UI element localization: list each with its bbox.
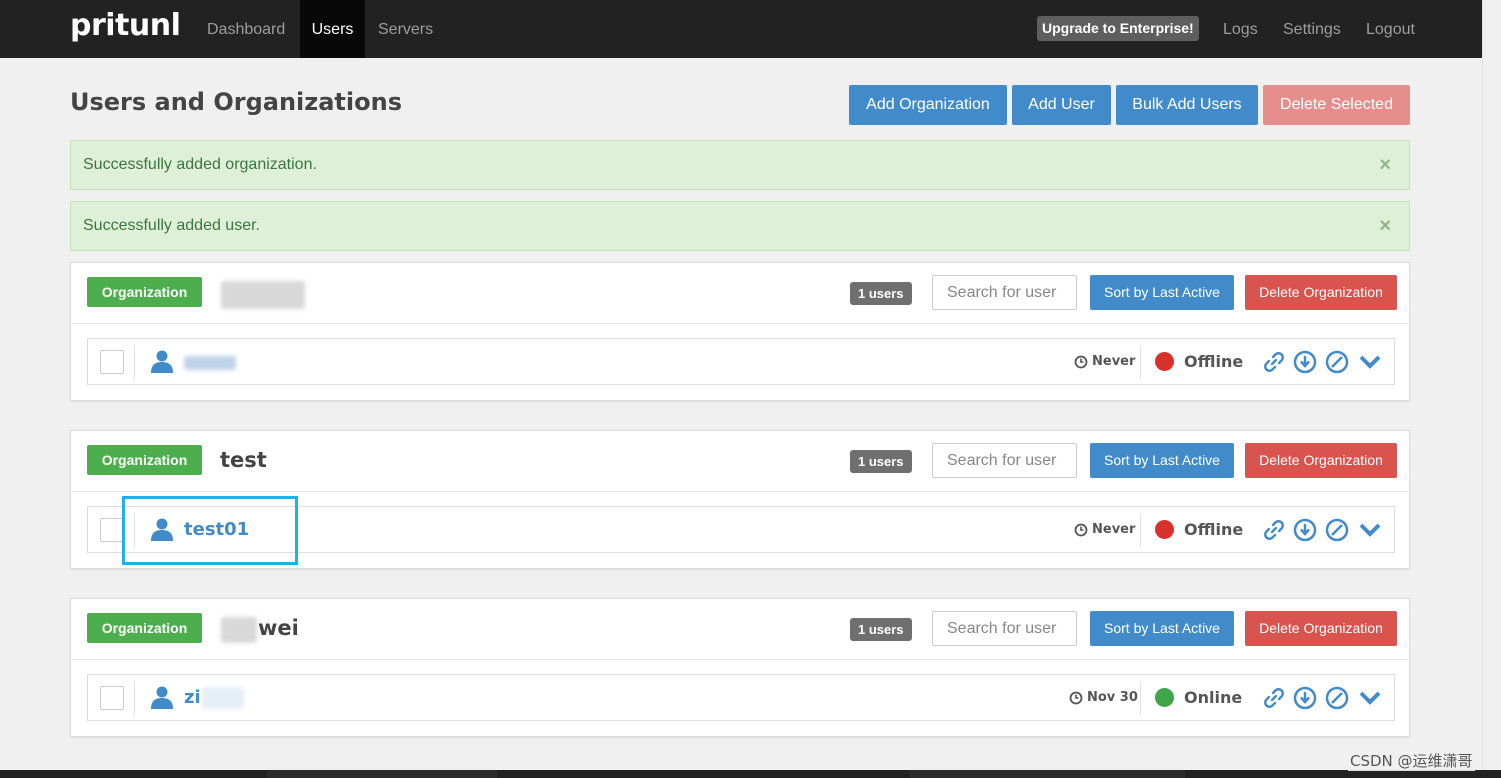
organization-label: Organization [87, 277, 202, 307]
scrollbar[interactable] [1482, 0, 1501, 770]
user-row[interactable]: Never Offline [87, 338, 1395, 385]
delete-organization-button[interactable]: Delete Organization [1245, 443, 1397, 478]
link-icon[interactable] [1262, 518, 1286, 542]
clock-icon [1074, 523, 1088, 536]
organization-panel: Organization 1 users Sort by Last Active… [70, 262, 1410, 401]
user-row[interactable]: zi Nov 30 Online [87, 674, 1395, 721]
highlight-annotation [122, 496, 298, 565]
link-icon[interactable] [1262, 686, 1286, 710]
last-active-text: Nov 30 [1087, 690, 1138, 705]
search-user-input[interactable] [932, 443, 1077, 478]
delete-organization-button[interactable]: Delete Organization [1245, 275, 1397, 310]
divider [1140, 345, 1141, 379]
nav-settings[interactable]: Settings [1272, 0, 1352, 58]
organization-label: Organization [87, 445, 202, 475]
download-icon[interactable] [1293, 350, 1317, 374]
user-name[interactable]: zi [184, 675, 201, 720]
last-active-text: Never [1092, 522, 1136, 537]
bulk-add-users-button[interactable]: Bulk Add Users [1116, 85, 1258, 125]
nav-logout[interactable]: Logout [1355, 0, 1426, 58]
organization-label: Organization [87, 613, 202, 643]
chevron-down-icon[interactable] [1358, 518, 1382, 542]
nav-dashboard[interactable]: Dashboard [196, 0, 296, 58]
redacted-user-name [184, 356, 236, 370]
nav-logs[interactable]: Logs [1212, 0, 1269, 58]
users-count-badge: 1 users [850, 282, 912, 305]
redacted-org-name [221, 281, 305, 309]
alert-text: Successfully added user. [83, 217, 260, 234]
download-icon[interactable] [1293, 518, 1317, 542]
nav-users[interactable]: Users [300, 0, 365, 58]
organization-header: Organization 1 users Sort by Last Active… [71, 263, 1409, 324]
upgrade-button[interactable]: Upgrade to Enterprise! [1037, 16, 1199, 41]
disable-icon[interactable] [1325, 350, 1349, 374]
last-active: Never [1074, 339, 1135, 384]
ghost-navbar [910, 770, 1185, 778]
add-organization-button[interactable]: Add Organization [849, 85, 1007, 125]
status-dot [1155, 688, 1174, 707]
brand-logo[interactable]: pritunl [70, 8, 181, 43]
ghost-navbar [267, 770, 497, 778]
divider [1140, 681, 1141, 715]
bottom-strip [0, 770, 1501, 778]
status-dot [1155, 520, 1174, 539]
alert-text: Successfully added organization. [83, 156, 317, 173]
close-icon[interactable]: × [1379, 202, 1391, 250]
user-icon [151, 686, 173, 709]
divider [1140, 513, 1141, 547]
page-title: Users and Organizations [70, 88, 402, 116]
clock-icon [1069, 691, 1083, 704]
status-text: Offline [1184, 520, 1244, 539]
watermark: CSDN @运维潇哥 [1348, 750, 1475, 771]
status-dot [1155, 352, 1174, 371]
disable-icon[interactable] [1325, 686, 1349, 710]
divider [134, 681, 135, 715]
sort-last-active-button[interactable]: Sort by Last Active [1090, 275, 1234, 310]
organization-name: test [220, 448, 267, 472]
close-icon[interactable]: × [1379, 141, 1391, 189]
alert-success: Successfully added user. × [70, 201, 1410, 251]
divider [134, 345, 135, 379]
organization-header: Organization test 1 users Sort by Last A… [71, 431, 1409, 492]
search-user-input[interactable] [932, 275, 1077, 310]
status-text: Online [1184, 688, 1243, 707]
organization-header: Organization wei 1 users Sort by Last Ac… [71, 599, 1409, 660]
alert-success: Successfully added organization. × [70, 140, 1410, 190]
nav-servers[interactable]: Servers [367, 0, 444, 58]
clock-icon [1074, 355, 1088, 368]
last-active-text: Never [1092, 354, 1136, 369]
delete-organization-button[interactable]: Delete Organization [1245, 611, 1397, 646]
organization-panel: Organization wei 1 users Sort by Last Ac… [70, 598, 1410, 737]
sort-last-active-button[interactable]: Sort by Last Active [1090, 443, 1234, 478]
status-text: Offline [1184, 352, 1244, 371]
search-user-input[interactable] [932, 611, 1077, 646]
redacted-org-name [221, 617, 257, 643]
link-icon[interactable] [1262, 350, 1286, 374]
last-active: Never [1074, 507, 1135, 552]
sort-last-active-button[interactable]: Sort by Last Active [1090, 611, 1234, 646]
user-checkbox[interactable] [100, 518, 124, 542]
users-count-badge: 1 users [850, 618, 912, 641]
delete-selected-button[interactable]: Delete Selected [1263, 85, 1410, 125]
disable-icon[interactable] [1325, 518, 1349, 542]
last-active: Nov 30 [1069, 675, 1138, 720]
chevron-down-icon[interactable] [1358, 686, 1382, 710]
organization-name: wei [258, 616, 299, 640]
user-checkbox[interactable] [100, 350, 124, 374]
navbar: pritunl Dashboard Users Servers Upgrade … [0, 0, 1482, 58]
add-user-button[interactable]: Add User [1012, 85, 1111, 125]
chevron-down-icon[interactable] [1358, 350, 1382, 374]
user-icon [151, 350, 173, 373]
user-checkbox[interactable] [100, 686, 124, 710]
redacted-user-name [202, 687, 244, 709]
users-count-badge: 1 users [850, 450, 912, 473]
download-icon[interactable] [1293, 686, 1317, 710]
